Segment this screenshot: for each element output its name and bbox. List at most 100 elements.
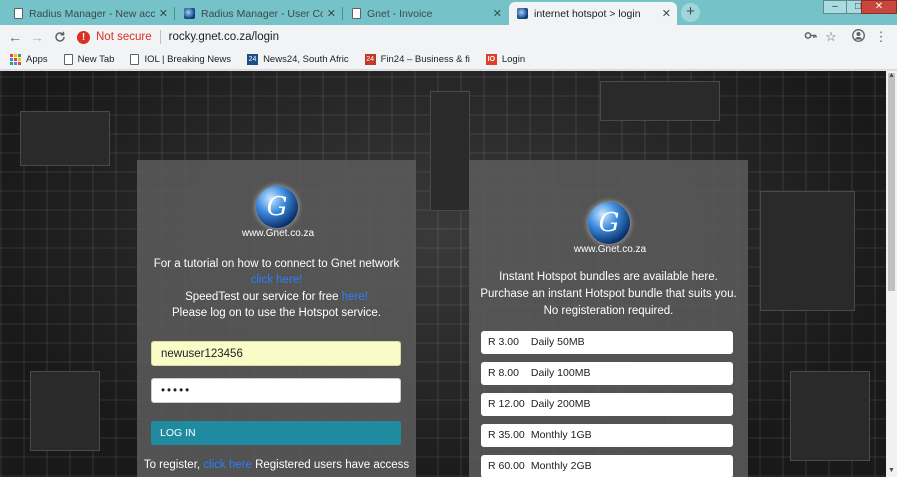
close-window-button[interactable]: ✕ [861,0,897,14]
document-icon [130,53,140,65]
tab-separator [342,7,343,20]
bookmark-label: Login [501,53,526,65]
tab-radius-new-account[interactable]: Radius Manager - New accoun ✕ [6,2,174,25]
bookmark-iol[interactable]: IOL | Breaking News [130,53,232,65]
bookmark-apps[interactable]: Apps [10,53,48,65]
scroll-up-icon[interactable]: ▲ [886,71,897,81]
bookmark-label: Fin24 – Business & fi [380,53,470,65]
address-bar[interactable]: ! Not secure rocky.gnet.co.za/login [77,27,847,47]
bundle-name: Daily 50MB [530,336,585,348]
register-suffix: Registered users have access [255,459,410,471]
gnet-logo: G www.Gnet.co.za [234,186,322,239]
logo-text: www.Gnet.co.za [241,228,315,239]
bookmark-fin24[interactable]: 24 Fin24 – Business & fi [364,53,470,65]
reload-button[interactable] [51,28,69,46]
logo-text: www.Gnet.co.za [573,244,647,255]
forward-button[interactable]: → [28,28,46,46]
tutorial-link[interactable]: click here! [251,274,303,286]
background-decoration [20,111,110,166]
bundle-option[interactable]: R 8.00 Daily 100MB [481,362,733,385]
bookmark-label: IOL | Breaking News [144,53,232,65]
bundle-option[interactable]: R 60.00 Monthly 2GB [481,455,733,477]
tab-separator [174,7,175,20]
browser-toolbar: ← → ! Not secure rocky.gnet.co.za/login … [0,25,897,49]
document-icon [63,53,73,65]
bookmark-label: News24, South Afric [263,53,349,65]
login-button[interactable]: LOG IN [151,421,401,445]
new-tab-button[interactable]: + [681,3,700,22]
gnet-favicon-icon [517,8,528,19]
register-prefix: To register, [143,459,201,471]
background-decoration [30,371,100,451]
background-decoration [760,191,855,311]
minimize-button[interactable]: – [823,0,847,14]
profile-icon[interactable] [850,29,866,45]
bookmarks-bar: Apps New Tab IOL | Breaking News 24 News… [0,49,897,70]
bundle-price: R 8.00 [488,367,519,379]
tab-title: Gnet - Invoice [367,7,433,20]
bookmark-label: Apps [26,53,48,65]
background-decoration [430,91,470,211]
login-panel: G www.Gnet.co.za For a tutorial on how t… [137,160,416,477]
globe-icon: G [588,202,630,244]
tab-gnet-invoice[interactable]: Gnet - Invoice ✕ [344,2,508,25]
page-background: G www.Gnet.co.za For a tutorial on how t… [0,71,886,477]
tutorial-link-line: click here! [137,274,416,286]
bundle-price: R 35.00 [488,429,525,441]
bundles-info-line3: No registeration required. [543,305,674,317]
tutorial-text: For a tutorial on how to connect to Gnet… [153,258,400,270]
bookmark-label: New Tab [77,53,115,65]
bundle-price: R 3.00 [488,336,519,348]
close-icon[interactable]: ✕ [493,7,502,20]
scroll-down-icon[interactable]: ▼ [886,466,897,476]
warning-icon: ! [77,30,90,44]
bookmark-new-tab[interactable]: New Tab [63,53,115,65]
speedtest-line: SpeedTest our service for free here! [137,291,416,303]
bundle-price: R 12.00 [488,398,525,410]
menu-icon[interactable]: ⋮ [873,29,889,45]
background-decoration [790,371,870,461]
bundles-info-line2: Purchase an instant Hotspot bundle that … [480,288,737,300]
bundle-name: Monthly 2GB [530,460,592,472]
password-input[interactable]: ••••• [151,378,401,403]
register-link[interactable]: click here [203,459,252,471]
globe-icon: G [256,186,298,228]
bundle-name: Monthly 1GB [530,429,592,441]
bundle-option[interactable]: R 35.00 Monthly 1GB [481,424,733,447]
bundle-option[interactable]: R 12.00 Daily 200MB [481,393,733,416]
close-icon[interactable]: ✕ [327,7,336,20]
bookmark-news24[interactable]: 24 News24, South Afric [247,53,349,65]
tab-radius-user-control[interactable]: Radius Manager - User Control P ✕ [176,2,342,25]
security-label[interactable]: Not secure [96,31,152,43]
instruction-text: Please log on to use the Hotspot service… [171,307,382,319]
url-text[interactable]: rocky.gnet.co.za/login [169,31,279,43]
bundle-name: Daily 200MB [530,398,591,410]
bundle-name: Daily 100MB [530,367,591,379]
username-input[interactable]: newuser123456 [151,341,401,366]
login-icon: IO [485,53,497,65]
tab-title: Radius Manager - New accoun [29,7,155,20]
divider [159,30,161,44]
close-icon[interactable]: ✕ [159,7,168,20]
gnet-logo: G www.Gnet.co.za [566,202,654,255]
key-icon[interactable] [802,29,818,45]
close-icon[interactable]: ✕ [662,7,671,20]
document-icon [14,8,23,19]
bundle-price: R 60.00 [488,460,525,472]
tab-strip: Radius Manager - New accoun ✕ Radius Man… [0,0,897,25]
tab-title: Radius Manager - User Control P [201,7,323,20]
bundle-option[interactable]: R 3.00 Daily 50MB [481,331,733,354]
tab-hotspot-login[interactable]: internet hotspot > login ✕ [509,2,677,25]
bundles-panel: G www.Gnet.co.za Instant Hotspot bundles… [469,160,748,477]
back-button[interactable]: ← [6,28,24,46]
speedtest-link[interactable]: here! [342,291,368,303]
news24-icon: 24 [247,53,259,65]
star-icon[interactable]: ☆ [823,29,839,45]
bundles-info-line1: Instant Hotspot bundles are available he… [499,271,718,283]
scrollbar-thumb[interactable] [888,73,895,291]
bookmark-login[interactable]: IO Login [485,53,526,65]
fin24-icon: 24 [364,53,376,65]
gnet-favicon-icon [184,8,195,19]
apps-grid-icon [10,53,21,65]
document-icon [352,8,361,19]
